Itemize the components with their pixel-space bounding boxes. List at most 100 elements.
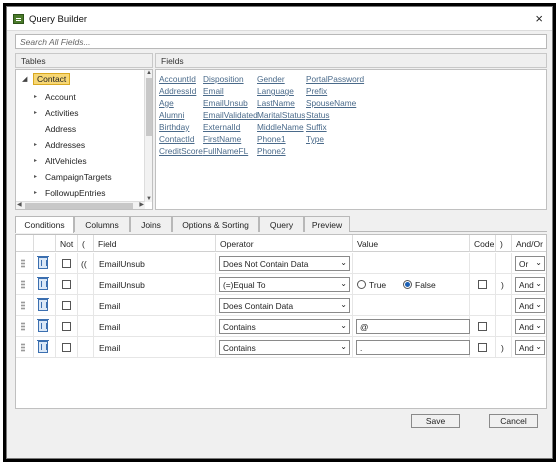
- not-checkbox[interactable]: [62, 322, 71, 331]
- field-link[interactable]: Phone2: [257, 146, 286, 156]
- field-link[interactable]: MaritalStatus: [257, 110, 305, 120]
- scrollbar-thumb[interactable]: [146, 78, 152, 136]
- code-checkbox[interactable]: [478, 343, 487, 352]
- value-input[interactable]: @: [356, 319, 470, 334]
- delete-row-icon[interactable]: [37, 256, 49, 269]
- andor-select[interactable]: And ⌄: [515, 277, 545, 292]
- drag-handle-icon[interactable]: [21, 343, 25, 352]
- field-link[interactable]: FullNameFL: [203, 146, 248, 156]
- field-link[interactable]: Language: [257, 86, 294, 96]
- field-link[interactable]: Email: [203, 86, 224, 96]
- field-link[interactable]: Disposition: [203, 74, 244, 84]
- andor-select[interactable]: Or ⌄: [515, 256, 545, 271]
- field-link[interactable]: Phone1: [257, 134, 286, 144]
- delete-row-icon[interactable]: [37, 277, 49, 290]
- delete-row-icon[interactable]: [37, 340, 49, 353]
- field-link[interactable]: ExternalId: [203, 122, 240, 132]
- tab-joins[interactable]: Joins: [130, 216, 172, 232]
- drag-handle-icon[interactable]: [21, 322, 25, 331]
- andor-select[interactable]: And ⌄: [515, 319, 545, 334]
- operator-select[interactable]: (=)Equal To ⌄: [219, 277, 350, 292]
- code-checkbox[interactable]: [478, 322, 487, 331]
- tables-vertical-scrollbar[interactable]: ▲ ▼: [144, 70, 152, 202]
- not-checkbox[interactable]: [62, 301, 71, 310]
- field-link[interactable]: AccountId: [159, 74, 196, 84]
- query-builder-icon: [13, 14, 24, 24]
- field-link[interactable]: CreditScore: [159, 146, 203, 156]
- collapsed-triangle-icon[interactable]: ▸: [34, 93, 37, 100]
- collapsed-triangle-icon[interactable]: ▸: [34, 109, 37, 116]
- code-checkbox[interactable]: [478, 280, 487, 289]
- andor-select[interactable]: And ⌄: [515, 298, 545, 313]
- operator-select[interactable]: Contains ⌄: [219, 319, 350, 334]
- field-link[interactable]: PortalPassword: [306, 74, 364, 84]
- operator-select[interactable]: Contains ⌄: [219, 340, 350, 355]
- close-paren-value[interactable]: ): [501, 343, 504, 353]
- tables-horizontal-scrollbar[interactable]: ◀ ▶: [16, 201, 145, 209]
- field-link[interactable]: SpouseName: [306, 98, 356, 108]
- drag-handle-icon[interactable]: [21, 280, 25, 289]
- true-radio[interactable]: [357, 280, 366, 289]
- collapsed-triangle-icon[interactable]: ▸: [34, 157, 37, 164]
- operator-select[interactable]: Does Contain Data ⌄: [219, 298, 350, 313]
- scroll-up-icon[interactable]: ▲: [146, 70, 152, 76]
- header-code: Code: [470, 235, 496, 252]
- field-link[interactable]: EmailValidated: [203, 110, 258, 120]
- field-link[interactable]: AddressId: [159, 86, 196, 96]
- not-checkbox[interactable]: [62, 343, 71, 352]
- false-radio[interactable]: [403, 280, 412, 289]
- delete-row-icon[interactable]: [37, 298, 49, 311]
- expand-triangle-icon[interactable]: ◢: [22, 75, 27, 83]
- field-link[interactable]: LastName: [257, 98, 295, 108]
- field-name: EmailUnsub: [99, 280, 145, 290]
- header-delete: [34, 235, 56, 252]
- search-input[interactable]: Search All Fields...: [15, 34, 547, 49]
- false-label: False: [415, 280, 436, 290]
- window-frame: Query Builder × Search All Fields... Tab…: [3, 3, 556, 462]
- field-link[interactable]: Alumni: [159, 110, 184, 120]
- chevron-down-icon: ⌄: [535, 258, 542, 267]
- scrollbar-thumb[interactable]: [25, 203, 133, 209]
- not-checkbox[interactable]: [62, 259, 71, 268]
- chevron-down-icon: ⌄: [535, 279, 542, 288]
- field-link[interactable]: FirstName: [203, 134, 241, 144]
- scroll-right-icon[interactable]: ▶: [139, 201, 144, 208]
- delete-row-icon[interactable]: [37, 319, 49, 332]
- field-link[interactable]: Prefix: [306, 86, 327, 96]
- close-paren-value[interactable]: ): [501, 280, 504, 290]
- field-link[interactable]: Birthday: [159, 122, 189, 132]
- field-link[interactable]: EmailUnsub: [203, 98, 248, 108]
- field-name: Email: [99, 301, 121, 311]
- tab-options-sorting[interactable]: Options & Sorting: [172, 216, 259, 232]
- save-button[interactable]: Save: [411, 414, 460, 428]
- field-link[interactable]: Suffix: [306, 122, 327, 132]
- drag-handle-icon[interactable]: [21, 259, 25, 268]
- collapsed-triangle-icon[interactable]: ▸: [34, 189, 37, 196]
- header-operator: Operator: [216, 235, 353, 252]
- open-paren-value[interactable]: ((: [81, 259, 87, 269]
- field-link[interactable]: Type: [306, 134, 324, 144]
- field-link[interactable]: Status: [306, 110, 330, 120]
- field-link[interactable]: Age: [159, 98, 174, 108]
- collapsed-triangle-icon[interactable]: ▸: [34, 173, 37, 180]
- collapsed-triangle-icon[interactable]: ▸: [34, 141, 37, 148]
- field-link[interactable]: MiddleName: [257, 122, 304, 132]
- operator-select[interactable]: Does Not Contain Data ⌄: [219, 256, 350, 271]
- tab-preview[interactable]: Preview: [304, 216, 350, 232]
- tab-query[interactable]: Query: [259, 216, 304, 232]
- andor-select[interactable]: And ⌄: [515, 340, 545, 355]
- value-input[interactable]: .: [356, 340, 470, 355]
- not-checkbox[interactable]: [62, 280, 71, 289]
- tab-conditions[interactable]: Conditions: [15, 216, 74, 233]
- drag-handle-icon[interactable]: [21, 301, 25, 310]
- chevron-down-icon: ⌄: [340, 279, 347, 288]
- header-andor: And/Or: [512, 235, 546, 252]
- tab-columns[interactable]: Columns: [74, 216, 130, 232]
- field-link[interactable]: Gender: [257, 74, 285, 84]
- fields-list: AccountId AddressId Age Alumni Birthday …: [155, 69, 547, 210]
- cancel-button[interactable]: Cancel: [489, 414, 538, 428]
- scroll-left-icon[interactable]: ◀: [17, 201, 22, 208]
- field-link[interactable]: ContactId: [159, 134, 195, 144]
- scroll-down-icon[interactable]: ▼: [146, 196, 152, 202]
- close-icon[interactable]: ×: [535, 11, 543, 26]
